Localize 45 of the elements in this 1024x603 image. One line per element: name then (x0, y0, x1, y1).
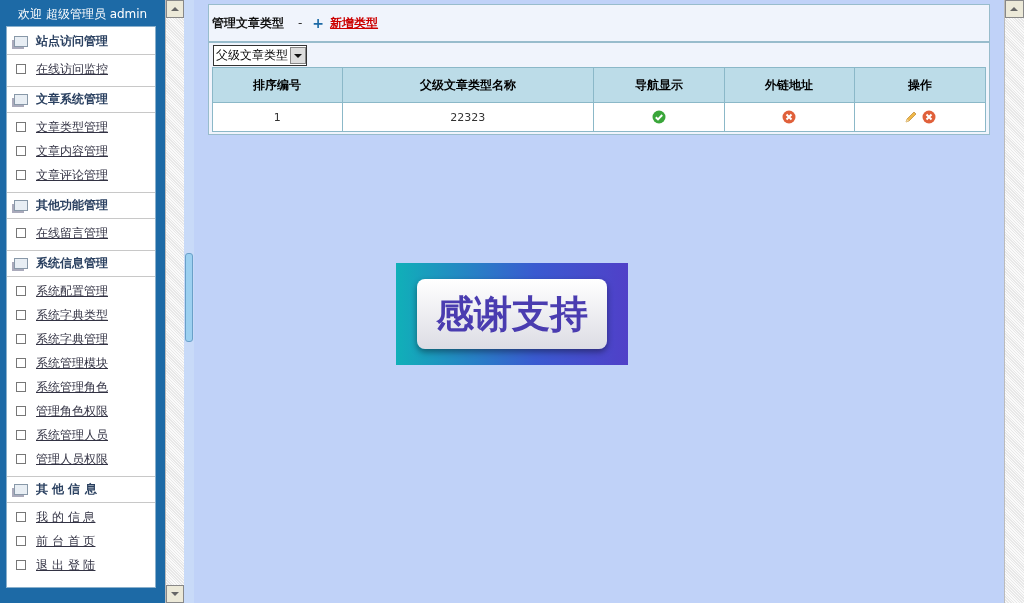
banner-text: 感谢支持 (417, 279, 607, 349)
column-header: 外链地址 (724, 67, 855, 103)
menu-link[interactable]: 系统字典类型 (36, 306, 108, 324)
menu-link[interactable]: 系统配置管理 (36, 282, 108, 300)
menu-link[interactable]: 管理人员权限 (36, 450, 108, 468)
menu-group-title: 系统信息管理 (36, 255, 108, 272)
windows-icon (14, 200, 28, 211)
menu-group-title: 其他功能管理 (36, 197, 108, 214)
menu-link[interactable]: 我 的 信 息 (36, 508, 96, 526)
menu-link[interactable]: 文章内容管理 (36, 142, 108, 160)
menu-link[interactable]: 文章评论管理 (36, 166, 108, 184)
column-header: 父级文章类型名称 (342, 67, 594, 103)
delete-icon[interactable] (922, 110, 937, 124)
welcome-text: 欢迎 超级管理员 admin (17, 6, 148, 23)
menu-link[interactable]: 退 出 登 陆 (36, 556, 96, 574)
table-cell: 1 (212, 102, 343, 132)
menu-link[interactable]: 前 台 首 页 (36, 532, 96, 550)
table-cell: 22323 (342, 102, 594, 132)
add-type-link[interactable]: 新增类型 (330, 14, 379, 32)
menu-link[interactable]: 在线留言管理 (36, 224, 108, 242)
parent-type-dropdown[interactable]: 父级文章类型 (213, 44, 307, 66)
collapse-handle[interactable] (185, 253, 193, 342)
menu-link[interactable]: 系统字典管理 (36, 330, 108, 348)
menu-link[interactable]: 在线访问监控 (36, 60, 108, 78)
windows-icon (14, 258, 28, 269)
panel-title: 管理文章类型 (212, 14, 284, 32)
windows-icon (14, 36, 28, 47)
scrollbar[interactable] (1004, 0, 1024, 603)
menu-group-title: 其 他 信 息 (36, 481, 97, 498)
pencil-icon[interactable] (904, 110, 919, 124)
windows-icon (14, 484, 28, 495)
column-header: 操作 (854, 67, 986, 103)
menu-link[interactable]: 管理角色权限 (36, 402, 108, 420)
column-header: 导航显示 (593, 67, 725, 103)
scrollbar[interactable] (165, 0, 184, 603)
menu-link[interactable]: 系统管理人员 (36, 426, 108, 444)
column-header: 排序编号 (212, 67, 343, 103)
menu-link[interactable]: 系统管理角色 (36, 378, 108, 396)
menu-group-title: 文章系统管理 (36, 91, 108, 108)
plus-icon: + (312, 15, 325, 31)
separator-text: - (298, 16, 303, 30)
menu-link[interactable]: 系统管理模块 (36, 354, 108, 372)
menu-link[interactable]: 文章类型管理 (36, 118, 108, 136)
menu-group-title: 站点访问管理 (36, 33, 108, 50)
windows-icon (14, 94, 28, 105)
